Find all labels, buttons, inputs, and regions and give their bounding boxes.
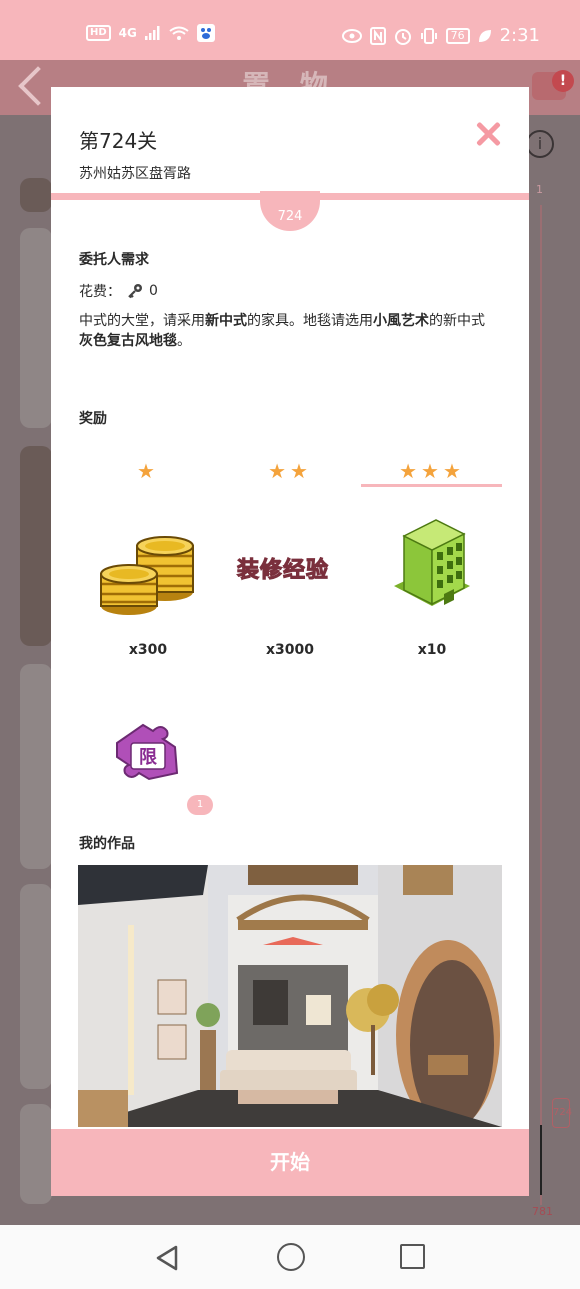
- level-number-tab: 724: [260, 191, 320, 231]
- hd-badge: HD: [86, 25, 111, 41]
- description-text: 中式的大堂，请采用: [79, 313, 205, 329]
- description-highlight: 小風艺术: [373, 313, 429, 329]
- selected-tier-indicator: [361, 484, 502, 487]
- leaf-icon: [478, 29, 491, 42]
- background-card: [20, 884, 52, 1089]
- paw-app-icon: [196, 24, 215, 42]
- reward-quantity: x3000: [266, 642, 314, 658]
- description-highlight: 新中式: [205, 313, 247, 329]
- level-slider-knob[interactable]: 724: [552, 1098, 572, 1128]
- my-works-heading: 我的作品: [79, 836, 135, 852]
- level-title: 第724关: [79, 129, 158, 153]
- description-text: 的新中式: [429, 313, 485, 329]
- nfc-icon: [369, 26, 386, 45]
- client-requirements-heading: 委托人需求: [79, 252, 149, 268]
- close-icon[interactable]: [473, 119, 503, 149]
- limited-puzzle-icon: 限: [116, 723, 179, 781]
- limited-label: 限: [139, 747, 158, 768]
- background-card: [20, 178, 52, 212]
- my-work-preview[interactable]: [78, 865, 502, 1127]
- clock: 2:31: [499, 25, 540, 46]
- description-highlight: 灰色复古风地毯: [79, 333, 177, 349]
- level-slider-track: [540, 205, 542, 1205]
- notification-dot: !: [552, 70, 574, 92]
- cost-row: 花费： 0: [79, 281, 158, 301]
- slider-min-label: 1: [536, 183, 543, 196]
- eye-icon: [341, 28, 362, 43]
- status-bar: HD 4G 76 2:31: [0, 0, 580, 60]
- key-icon: [128, 284, 142, 299]
- reward-building: x10: [361, 512, 503, 658]
- reward-quantity: x300: [128, 642, 168, 658]
- battery-level: 76: [445, 27, 470, 44]
- background-card: [20, 1104, 52, 1204]
- start-button[interactable]: 开始: [51, 1129, 529, 1196]
- star-tier-1[interactable]: ★: [77, 459, 219, 483]
- reward-quantity: x10: [417, 642, 447, 658]
- network-label: 4G: [118, 26, 137, 40]
- requirement-description: 中式的大堂，请采用新中式的家具。地毯请选用小風艺术的新中式灰色复古风地毯。: [79, 311, 509, 351]
- room-render-image: [78, 865, 502, 1127]
- vibrate-icon: [420, 27, 437, 44]
- rewards-heading: 奖励: [79, 411, 107, 427]
- coins-icon: [100, 536, 194, 615]
- info-icon[interactable]: i: [526, 130, 554, 158]
- star-tier-3[interactable]: ★★★: [361, 459, 503, 483]
- nav-recent-apps-icon[interactable]: [400, 1244, 425, 1269]
- star-tier-2[interactable]: ★★: [219, 459, 361, 483]
- signal-icon: [144, 26, 160, 40]
- background-card: [20, 228, 52, 428]
- background-card: [20, 446, 52, 646]
- status-right: 76 2:31: [341, 25, 540, 46]
- slider-max-label: 781: [532, 1205, 553, 1218]
- reward-coins: x300: [77, 512, 219, 658]
- wifi-icon: [169, 26, 189, 40]
- description-text: 的家具。地毯请选用: [247, 313, 373, 329]
- nav-back-icon[interactable]: [154, 1245, 180, 1271]
- decoration-exp-icon: 装修经验: [236, 558, 330, 584]
- limited-count-badge: 1: [187, 795, 213, 815]
- nav-home-icon[interactable]: [277, 1243, 305, 1271]
- level-detail-modal: 第724关 苏州姑苏区盘胥路 724 委托人需求 花费： 0 中式的大堂，请采用…: [51, 87, 529, 1196]
- cost-label: 花费：: [79, 284, 121, 300]
- level-location: 苏州姑苏区盘胥路: [79, 166, 191, 182]
- system-nav-bar: [0, 1225, 580, 1289]
- cost-value: 0: [149, 283, 158, 299]
- status-left: HD 4G: [86, 24, 215, 42]
- description-text: 。: [177, 333, 191, 349]
- level-slider-progress: [540, 1125, 542, 1195]
- building-icon: [394, 519, 470, 606]
- background-card: [20, 664, 52, 869]
- alarm-icon: [394, 28, 411, 45]
